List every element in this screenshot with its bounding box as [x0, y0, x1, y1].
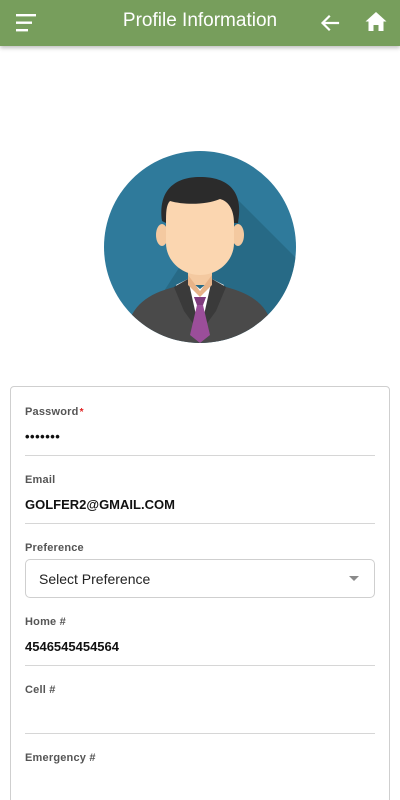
home-phone-label: Home #	[25, 616, 66, 628]
home-phone-input[interactable]: 4546545454564	[25, 637, 375, 657]
required-mark: *	[79, 407, 84, 418]
emergency-phone-field[interactable]: Emergency #	[25, 752, 375, 793]
password-underline	[25, 455, 375, 456]
back-button[interactable]	[316, 9, 344, 37]
password-label: Password*	[25, 406, 84, 418]
cell-phone-label: Cell #	[25, 684, 56, 696]
arrow-left-icon	[320, 14, 340, 32]
profile-avatar[interactable]	[104, 151, 296, 343]
email-field[interactable]: Email GOLFER2@GMAIL.COM	[25, 474, 375, 524]
menu-button[interactable]	[12, 9, 40, 37]
password-field[interactable]: Password* •••••••	[25, 406, 375, 456]
cell-phone-field[interactable]: Cell #	[25, 684, 375, 734]
profile-form-card: Password* ••••••• Email GOLFER2@GMAIL.CO…	[10, 386, 390, 800]
user-avatar-icon	[104, 151, 296, 343]
app-bar: Profile Information	[0, 0, 400, 46]
email-underline	[25, 523, 375, 524]
preference-label: Preference	[25, 542, 84, 554]
preference-select[interactable]: Select Preference	[25, 559, 375, 598]
home-icon	[365, 12, 387, 31]
email-input[interactable]: GOLFER2@GMAIL.COM	[25, 495, 375, 515]
cell-phone-input[interactable]	[25, 705, 375, 725]
password-input[interactable]: •••••••	[25, 427, 375, 447]
home-phone-field[interactable]: Home # 4546545454564	[25, 616, 375, 666]
emergency-phone-input[interactable]	[25, 773, 375, 793]
hamburger-menu-icon	[16, 14, 36, 32]
home-button[interactable]	[362, 8, 390, 36]
preference-field[interactable]: Preference Select Preference	[25, 542, 375, 598]
email-label: Email	[25, 474, 56, 486]
caret-down-icon	[349, 576, 359, 581]
cell-phone-underline	[25, 733, 375, 734]
home-phone-underline	[25, 665, 375, 666]
emergency-phone-label: Emergency #	[25, 752, 96, 764]
preference-selected-value: Select Preference	[39, 570, 151, 587]
